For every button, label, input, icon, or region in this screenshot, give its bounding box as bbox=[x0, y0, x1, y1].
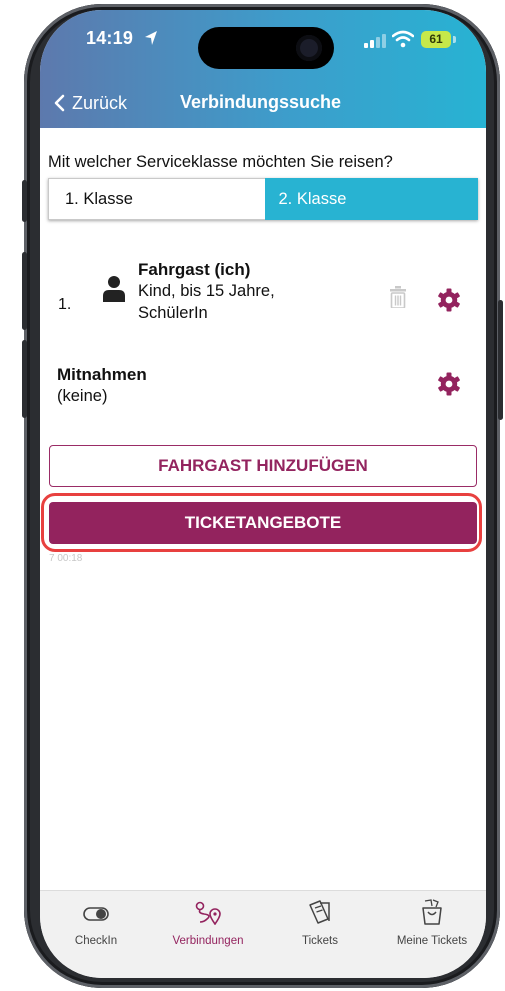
battery-indicator: 61 bbox=[421, 31, 451, 48]
gear-icon[interactable] bbox=[437, 288, 461, 312]
page-title: Verbindungssuche bbox=[180, 92, 342, 112]
header-area: 14:19 61 Zurück Verbindungssuche bbox=[40, 10, 486, 128]
mute-switch bbox=[22, 180, 27, 222]
service-class-question: Mit welcher Serviceklasse möchten Sie re… bbox=[48, 153, 393, 171]
passenger-number: 1. bbox=[58, 296, 72, 313]
toggle-icon bbox=[83, 907, 109, 921]
segment-second-class[interactable]: 2. Klasse bbox=[264, 178, 478, 220]
add-passenger-button[interactable]: FAHRGAST HINZUFÜGEN bbox=[49, 445, 477, 487]
location-arrow-icon bbox=[145, 31, 157, 45]
service-class-selector: 1. Klasse 2. Klasse bbox=[48, 178, 478, 220]
volume-down-button bbox=[22, 340, 27, 418]
signal-icon bbox=[364, 34, 386, 48]
volume-up-button bbox=[22, 252, 27, 330]
tab-label-verbindungen: Verbindungen bbox=[172, 935, 244, 947]
tab-checkin[interactable]: CheckIn bbox=[40, 891, 152, 951]
battery-tip bbox=[453, 36, 456, 43]
tab-tickets[interactable]: Tickets bbox=[264, 891, 376, 951]
faded-timestamp: 7 00:18 bbox=[49, 553, 83, 564]
my-tickets-icon bbox=[422, 899, 442, 925]
power-button bbox=[498, 300, 503, 420]
route-icon bbox=[195, 901, 221, 925]
wifi-icon bbox=[392, 30, 414, 48]
tickets-icon bbox=[309, 900, 330, 924]
tab-my-tickets[interactable]: Meine Tickets bbox=[376, 891, 486, 951]
camera-icon bbox=[296, 35, 322, 61]
passenger-type-line1: Kind, bis 15 Jahre, bbox=[138, 282, 275, 300]
trash-icon[interactable] bbox=[390, 286, 406, 308]
tab-verbindungen[interactable]: Verbindungen bbox=[152, 891, 264, 951]
app-screen: 14:19 61 Zurück Verbindungssuche Mit wel… bbox=[40, 10, 486, 978]
person-icon bbox=[103, 276, 125, 302]
passenger-name: Fahrgast (ich) bbox=[138, 260, 251, 279]
gear-icon[interactable] bbox=[437, 372, 461, 396]
tab-bar: CheckIn Verbindungen Tickets Meine Ticke… bbox=[40, 890, 486, 978]
chevron-left-icon bbox=[54, 94, 65, 112]
passenger-type-line2: SchülerIn bbox=[138, 304, 208, 322]
mitnahmen-title: Mitnahmen bbox=[57, 365, 147, 384]
status-time: 14:19 bbox=[86, 28, 134, 48]
tab-label-checkin: CheckIn bbox=[74, 935, 118, 947]
tab-label-tickets: Tickets bbox=[302, 935, 338, 947]
highlight-annotation bbox=[41, 493, 482, 552]
dynamic-island bbox=[198, 27, 334, 69]
back-label: Zurück bbox=[72, 92, 128, 113]
segment-first-class[interactable]: 1. Klasse bbox=[48, 178, 265, 220]
back-button[interactable]: Zurück bbox=[52, 90, 127, 116]
tab-label-my-tickets: Meine Tickets bbox=[396, 935, 468, 947]
mitnahmen-value: (keine) bbox=[57, 387, 108, 405]
